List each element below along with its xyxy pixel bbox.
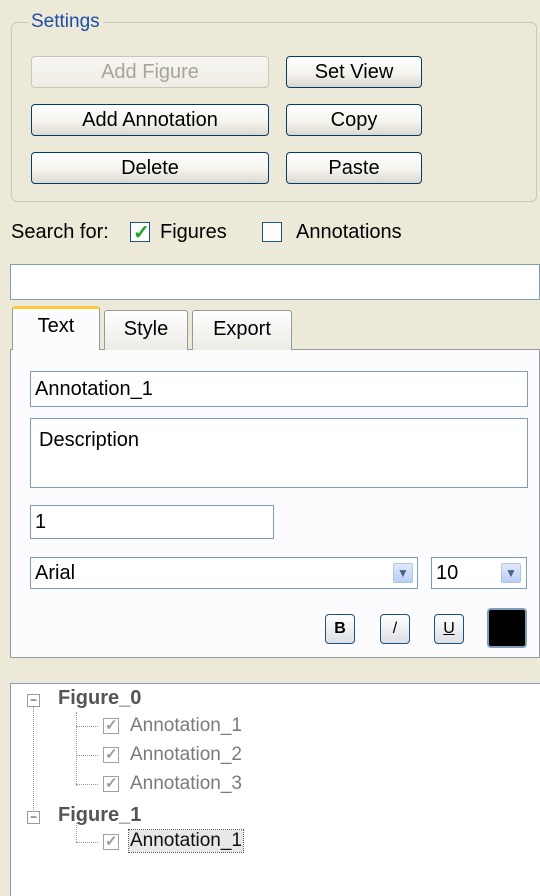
set-view-button[interactable]: Set View bbox=[286, 56, 422, 88]
tree-item-annotation[interactable]: Annotation_2 bbox=[130, 744, 242, 766]
font-select-value: Arial bbox=[35, 562, 76, 584]
search-input[interactable] bbox=[10, 264, 540, 300]
tree-item-annotation[interactable]: Annotation_3 bbox=[130, 773, 242, 795]
collapse-icon[interactable]: − bbox=[27, 694, 40, 707]
figures-checkbox-label[interactable]: Figures bbox=[160, 220, 227, 244]
tree-item-annotation-selected[interactable]: Annotation_1 bbox=[128, 829, 244, 853]
checkmark-icon: ✓ bbox=[105, 746, 118, 763]
tree-connector bbox=[76, 726, 98, 727]
tree-connector bbox=[76, 755, 98, 756]
tree-connector bbox=[76, 784, 98, 785]
tab-text[interactable]: Text bbox=[12, 306, 100, 350]
size-dropdown-arrow-icon[interactable]: ▼ bbox=[501, 563, 521, 583]
annotation-name-input[interactable]: Annotation_1 bbox=[30, 371, 528, 407]
checkmark-icon: ✓ bbox=[133, 222, 150, 244]
settings-legend: Settings bbox=[28, 10, 103, 34]
tree-connector bbox=[76, 842, 98, 843]
add-figure-button[interactable]: Add Figure bbox=[31, 56, 269, 88]
tab-style[interactable]: Style bbox=[104, 310, 188, 350]
font-select[interactable]: Arial bbox=[30, 557, 418, 589]
paste-button[interactable]: Paste bbox=[286, 152, 422, 184]
annotation-tree bbox=[10, 683, 540, 896]
delete-button[interactable]: Delete bbox=[31, 152, 269, 184]
tree-checkbox[interactable]: ✓ bbox=[103, 717, 119, 734]
search-for-label: Search for: bbox=[11, 221, 109, 243]
tree-node-figure-0[interactable]: Figure_0 bbox=[58, 687, 141, 709]
annotations-checkbox-label[interactable]: Annotations bbox=[296, 220, 402, 244]
tree-checkbox[interactable]: ✓ bbox=[103, 746, 119, 763]
description-textarea[interactable]: Description bbox=[30, 418, 528, 488]
underline-button[interactable]: U bbox=[434, 614, 464, 644]
number-input[interactable]: 1 bbox=[30, 505, 274, 539]
tab-export[interactable]: Export bbox=[192, 310, 292, 350]
tree-connector bbox=[76, 712, 77, 786]
tree-node-figure-1[interactable]: Figure_1 bbox=[58, 804, 141, 826]
checkmark-icon: ✓ bbox=[105, 717, 118, 734]
checkmark-icon: ✓ bbox=[105, 833, 118, 850]
collapse-icon[interactable]: − bbox=[27, 811, 40, 824]
annotations-checkbox[interactable] bbox=[262, 222, 282, 242]
italic-button[interactable]: / bbox=[380, 614, 410, 644]
tree-checkbox[interactable]: ✓ bbox=[103, 833, 119, 850]
checkmark-icon: ✓ bbox=[105, 775, 118, 792]
figures-checkbox[interactable]: ✓ bbox=[130, 222, 150, 244]
tree-item-annotation[interactable]: Annotation_1 bbox=[130, 715, 242, 737]
copy-button[interactable]: Copy bbox=[286, 104, 422, 136]
color-swatch-button[interactable] bbox=[487, 608, 527, 648]
add-annotation-button[interactable]: Add Annotation bbox=[31, 104, 269, 136]
size-select-value: 10 bbox=[436, 562, 459, 584]
tree-connector bbox=[33, 706, 34, 816]
tree-checkbox[interactable]: ✓ bbox=[103, 775, 119, 792]
font-dropdown-arrow-icon[interactable]: ▼ bbox=[393, 563, 413, 583]
bold-button[interactable]: B bbox=[325, 614, 355, 644]
